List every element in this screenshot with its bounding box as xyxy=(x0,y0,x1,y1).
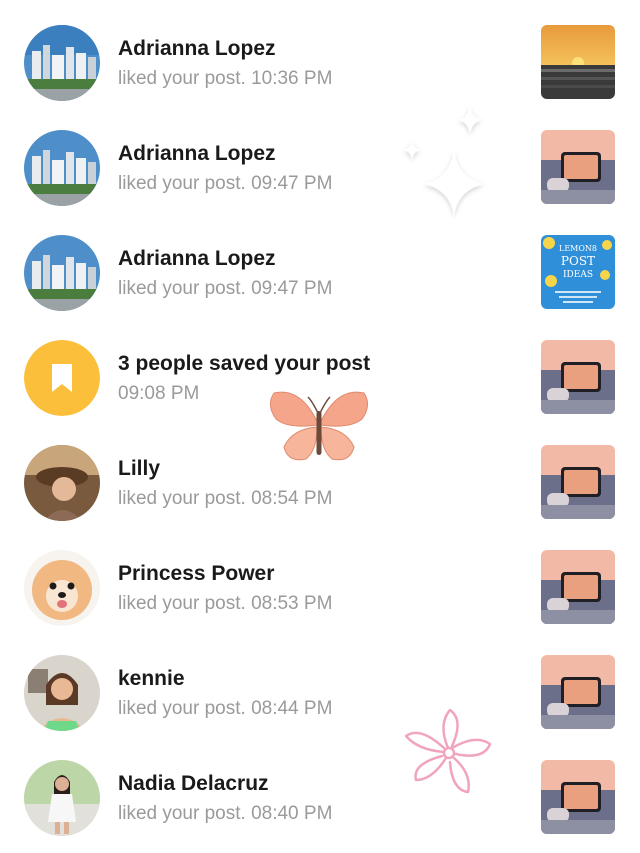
notification-title[interactable]: Lilly xyxy=(118,456,332,482)
notification-row[interactable]: kennie liked your post. 08:44 PM xyxy=(0,630,640,735)
phone-beach-thumbnail[interactable] xyxy=(541,550,615,624)
city-skyline-avatar[interactable] xyxy=(24,235,100,311)
notification-title[interactable]: 3 people saved your post xyxy=(118,351,370,377)
notification-title[interactable]: Princess Power xyxy=(118,561,332,587)
notification-subtitle: liked your post. 08:44 PM xyxy=(118,698,333,719)
phone-beach-thumbnail[interactable] xyxy=(541,655,615,729)
dog-avatar[interactable] xyxy=(24,550,100,626)
thumbnail-text-line: POST xyxy=(561,254,595,268)
notification-row[interactable]: Princess Power liked your post. 08:53 PM xyxy=(0,525,640,630)
notification-title[interactable]: Adrianna Lopez xyxy=(118,246,332,272)
notification-row[interactable]: Adrianna Lopez liked your post. 09:47 PM… xyxy=(0,210,640,315)
thumbnail-text-line: LEMON8 xyxy=(559,244,597,253)
user-photo-avatar[interactable] xyxy=(24,655,100,731)
notification-row[interactable]: Adrianna Lopez liked your post. 09:47 PM xyxy=(0,105,640,210)
notification-subtitle: liked your post. 09:47 PM xyxy=(118,278,333,299)
notification-row[interactable]: Adrianna Lopez liked your post. 10:36 PM xyxy=(0,0,640,105)
thumbnail-text-line: IDEAS xyxy=(563,270,593,280)
user-photo-avatar[interactable] xyxy=(24,445,100,521)
city-skyline-avatar[interactable] xyxy=(24,130,100,206)
notification-title[interactable]: kennie xyxy=(118,666,332,692)
notification-title[interactable]: Nadia Delacruz xyxy=(118,771,332,797)
notification-subtitle: liked your post. 09:47 PM xyxy=(118,173,333,194)
notification-row[interactable]: 3 people saved your post 09:08 PM xyxy=(0,315,640,420)
notification-title[interactable]: Adrianna Lopez xyxy=(118,36,332,62)
notification-row[interactable]: Nadia Delacruz liked your post. 08:40 PM xyxy=(0,735,640,840)
notification-subtitle: liked your post. 08:53 PM xyxy=(118,593,333,614)
city-skyline-avatar[interactable] xyxy=(24,25,100,101)
lemon-post-ideas-thumbnail[interactable]: LEMON8 POST IDEAS xyxy=(541,235,615,309)
notification-row[interactable]: Lilly liked your post. 08:54 PM xyxy=(0,420,640,525)
notification-subtitle: liked your post. 08:40 PM xyxy=(118,803,333,824)
notification-subtitle: liked your post. 10:36 PM xyxy=(118,68,333,89)
phone-beach-thumbnail[interactable] xyxy=(541,340,615,414)
phone-beach-thumbnail[interactable] xyxy=(541,445,615,519)
notification-title[interactable]: Adrianna Lopez xyxy=(118,141,332,167)
bookmark-icon[interactable] xyxy=(24,340,100,416)
user-photo-avatar[interactable] xyxy=(24,760,100,836)
phone-beach-thumbnail[interactable] xyxy=(541,130,615,204)
sunset-thumbnail[interactable] xyxy=(541,25,615,99)
notification-subtitle: 09:08 PM xyxy=(118,383,200,404)
notification-subtitle: liked your post. 08:54 PM xyxy=(118,488,333,509)
phone-beach-thumbnail[interactable] xyxy=(541,760,615,834)
